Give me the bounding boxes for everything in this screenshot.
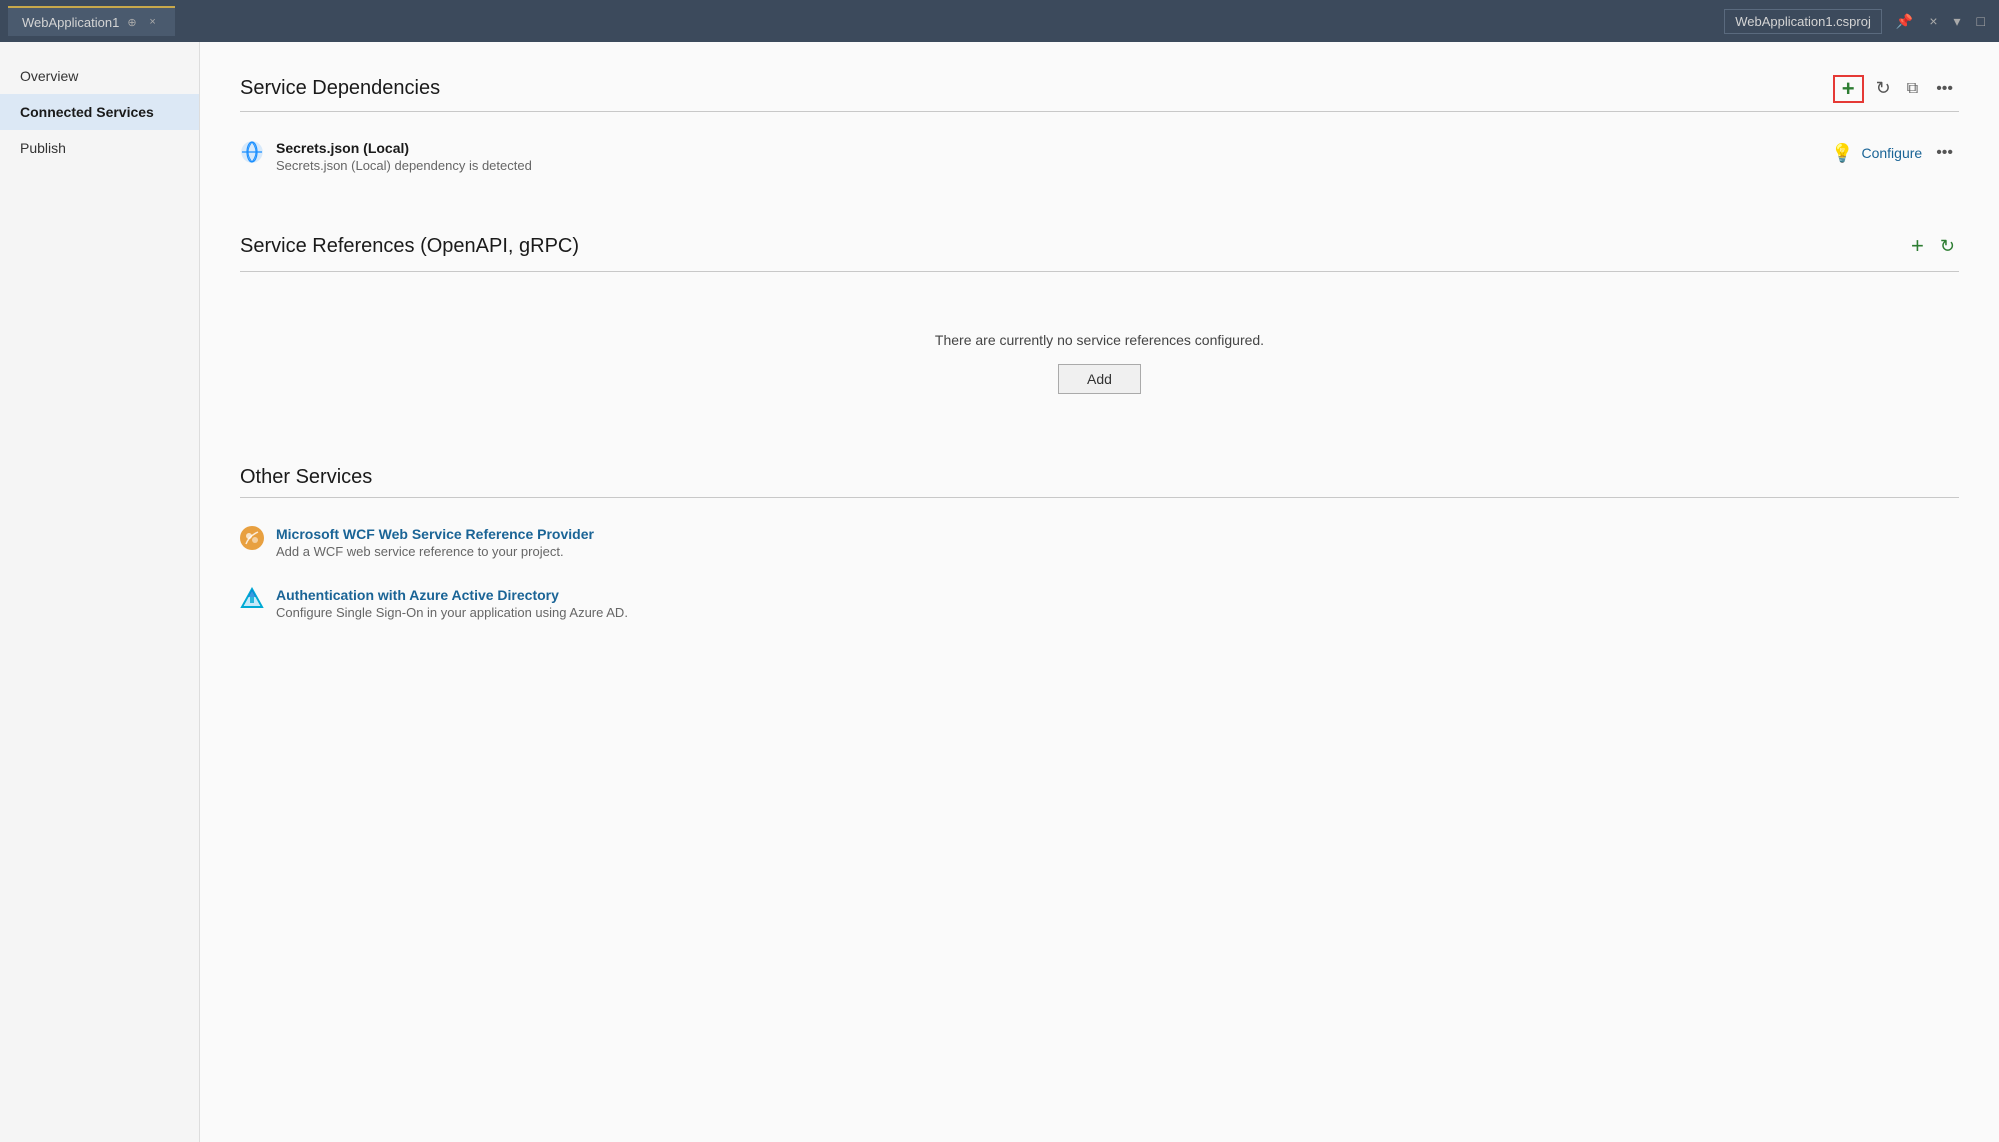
service-dependencies-actions: + ↻ ⧉ ••• xyxy=(1833,74,1959,103)
sidebar: Overview Connected Services Publish xyxy=(0,42,200,1142)
wcf-icon xyxy=(240,526,264,550)
service-references-section: Service References (OpenAPI, gRPC) + ↻ T… xyxy=(240,229,1959,418)
other-services-header: Other Services xyxy=(240,466,1959,489)
link-service-dependency-button[interactable]: ⧉ xyxy=(1903,76,1922,102)
azure-icon xyxy=(240,587,264,611)
title-bar: WebApplication1 ⊕ × WebApplication1.cspr… xyxy=(0,0,1999,42)
wcf-service-name[interactable]: Microsoft WCF Web Service Reference Prov… xyxy=(276,526,1959,542)
sidebar-publish-label: Publish xyxy=(20,140,66,156)
title-bar-right: WebApplication1.csproj 📌 × ▾ □ xyxy=(1724,9,1991,34)
sidebar-overview-label: Overview xyxy=(20,68,78,84)
service-dependencies-section: Service Dependencies + ↻ ⧉ ••• xyxy=(240,74,1959,181)
other-services-section: Other Services Microsoft WCF We xyxy=(240,466,1959,628)
secrets-json-name: Secrets.json (Local) xyxy=(276,140,1831,156)
service-dependencies-title: Service Dependencies xyxy=(240,77,440,100)
titlebar-icons: 📌 × ▾ □ xyxy=(1890,11,1991,32)
sidebar-item-connected-services[interactable]: Connected Services xyxy=(0,94,199,130)
secrets-json-actions: 💡 Configure ••• xyxy=(1831,140,1959,164)
main-area: Overview Connected Services Publish Serv… xyxy=(0,42,1999,1142)
sidebar-connected-services-label: Connected Services xyxy=(20,104,154,120)
secrets-json-info: Secrets.json (Local) Secrets.json (Local… xyxy=(276,140,1831,173)
titlebar-pin-icon[interactable]: 📌 xyxy=(1890,11,1919,32)
wcf-service-desc: Add a WCF web service reference to your … xyxy=(276,544,1959,559)
service-references-actions: + ↻ xyxy=(1907,229,1959,263)
sidebar-item-overview[interactable]: Overview xyxy=(0,58,199,94)
secrets-json-desc: Secrets.json (Local) dependency is detec… xyxy=(276,158,1831,173)
wcf-service-info: Microsoft WCF Web Service Reference Prov… xyxy=(276,526,1959,559)
titlebar-maximize-icon[interactable]: □ xyxy=(1971,11,1991,31)
titlebar-dropdown-icon[interactable]: ▾ xyxy=(1948,11,1967,32)
secrets-icon xyxy=(240,140,264,164)
secrets-json-main: Secrets.json (Local) Secrets.json (Local… xyxy=(240,140,1831,173)
tab-close-icon[interactable]: × xyxy=(145,14,161,30)
wcf-service-main: Microsoft WCF Web Service Reference Prov… xyxy=(240,526,1959,559)
azure-ad-info: Authentication with Azure Active Directo… xyxy=(276,587,1959,620)
secrets-json-item: Secrets.json (Local) Secrets.json (Local… xyxy=(240,132,1959,181)
secrets-more-button[interactable]: ••• xyxy=(1930,142,1959,164)
configure-link[interactable]: Configure xyxy=(1861,145,1922,161)
add-service-reference-button[interactable]: + xyxy=(1907,229,1928,263)
sidebar-item-publish[interactable]: Publish xyxy=(0,130,199,166)
other-services-title: Other Services xyxy=(240,466,372,489)
service-references-add-button[interactable]: Add xyxy=(1058,364,1141,394)
service-dependencies-divider xyxy=(240,111,1959,112)
refresh-service-reference-button[interactable]: ↻ xyxy=(1936,232,1959,261)
pin-icon: ⊕ xyxy=(127,16,136,29)
service-references-header: Service References (OpenAPI, gRPC) + ↻ xyxy=(240,229,1959,263)
empty-message: There are currently no service reference… xyxy=(240,332,1959,348)
wcf-service-item: Microsoft WCF Web Service Reference Prov… xyxy=(240,518,1959,567)
titlebar-close-icon[interactable]: × xyxy=(1923,11,1943,31)
content-area: Service Dependencies + ↻ ⧉ ••• xyxy=(200,42,1999,1142)
service-references-divider xyxy=(240,271,1959,272)
service-references-title: Service References (OpenAPI, gRPC) xyxy=(240,235,579,258)
azure-ad-main: Authentication with Azure Active Directo… xyxy=(240,587,1959,620)
azure-ad-item: Authentication with Azure Active Directo… xyxy=(240,579,1959,628)
tab-label: WebApplication1 xyxy=(22,15,119,30)
azure-ad-desc: Configure Single Sign-On in your applica… xyxy=(276,605,1959,620)
service-references-empty: There are currently no service reference… xyxy=(240,292,1959,418)
more-service-dependency-button[interactable]: ••• xyxy=(1930,78,1959,100)
refresh-service-dependency-button[interactable]: ↻ xyxy=(1872,74,1895,103)
add-service-dependency-button[interactable]: + xyxy=(1833,75,1864,103)
azure-ad-name[interactable]: Authentication with Azure Active Directo… xyxy=(276,587,1959,603)
title-bar-left: WebApplication1 ⊕ × xyxy=(8,6,175,36)
service-dependencies-header: Service Dependencies + ↻ ⧉ ••• xyxy=(240,74,1959,103)
project-tab[interactable]: WebApplication1 ⊕ × xyxy=(8,6,175,36)
other-services-divider xyxy=(240,497,1959,498)
lightbulb-icon: 💡 xyxy=(1831,143,1853,164)
project-name-label: WebApplication1.csproj xyxy=(1724,9,1882,34)
